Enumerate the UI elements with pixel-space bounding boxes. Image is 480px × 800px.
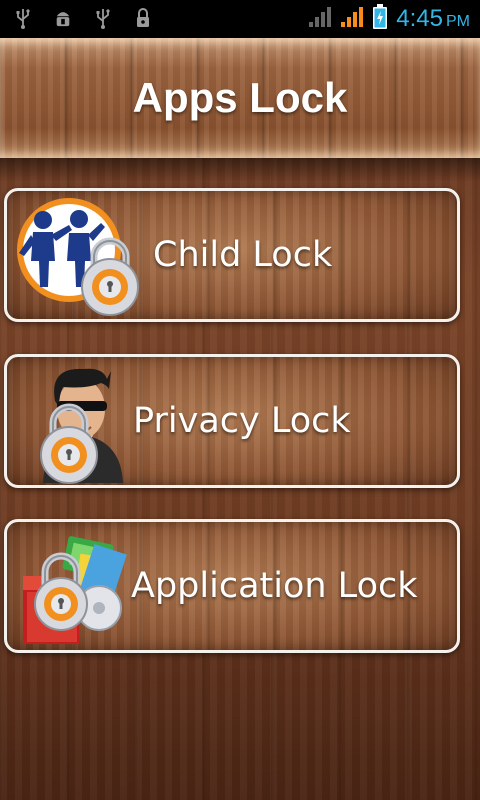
application-lock-button[interactable]: Application Lock [4,519,460,653]
usb-icon [94,6,112,30]
android-debug-icon [54,6,72,30]
app-header: Apps Lock [0,38,480,158]
privacy-lock-button[interactable]: Privacy Lock [4,354,460,488]
notification-icons [14,6,152,30]
privacy-lock-label: Privacy Lock [133,401,351,441]
application-lock-icon [19,526,129,654]
privacy-lock-icon [37,361,127,489]
child-lock-icon [11,195,141,321]
child-lock-button[interactable]: Child Lock [4,188,460,322]
system-icons: 4:45 PM [308,0,470,38]
battery-charging-icon [372,4,388,34]
usb-icon [14,6,32,30]
lock-notification-icon [134,6,152,30]
header-shadow [0,158,480,182]
child-lock-label: Child Lock [153,235,333,275]
status-bar: 4:45 PM [0,0,480,38]
clock: 4:45 PM [396,5,470,32]
signal-icon [340,6,364,32]
signal-icon [308,6,332,32]
application-lock-label: Application Lock [131,566,418,606]
page-title: Apps Lock [132,74,348,121]
